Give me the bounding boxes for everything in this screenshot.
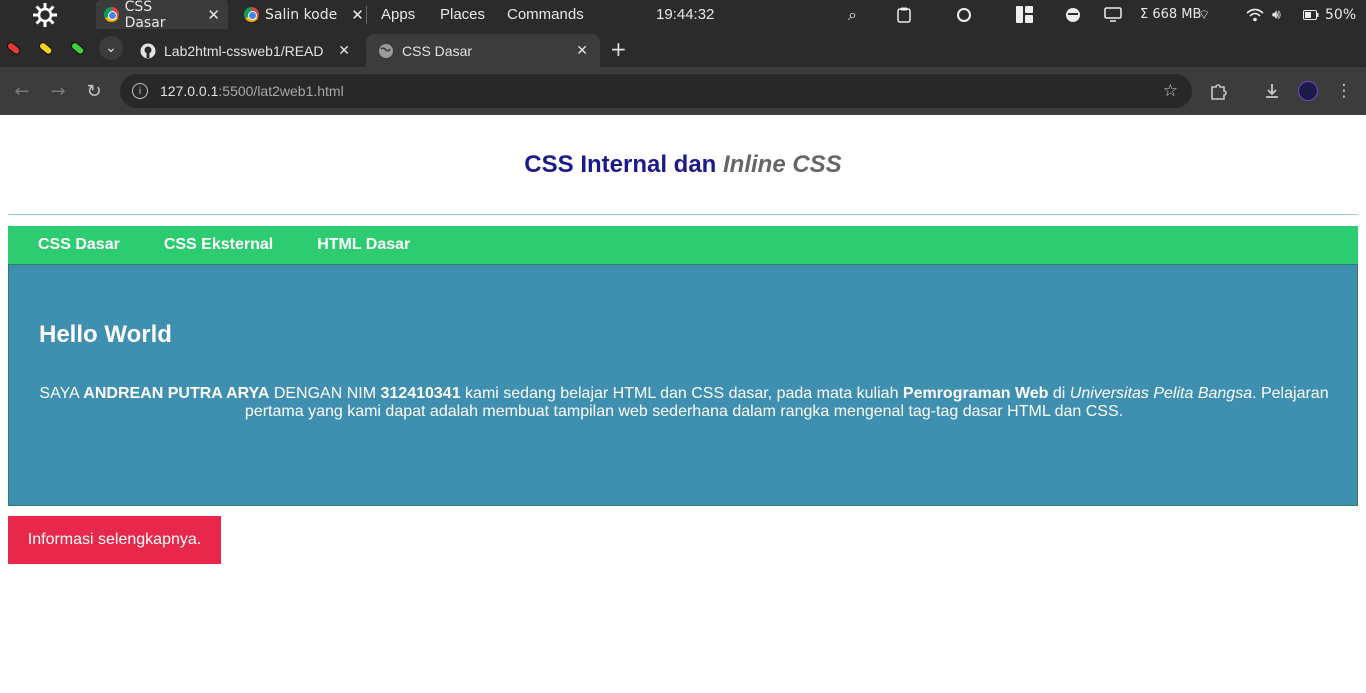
extension-pill-red-icon[interactable] [3, 37, 25, 59]
wifi-small-icon[interactable]: ⌔ [1198, 0, 1210, 29]
menu-commands[interactable]: Commands [507, 0, 584, 29]
more-info-button[interactable]: Informasi selengkapnya. [8, 516, 221, 564]
search-icon[interactable]: ⌕ [848, 0, 857, 29]
menu-kebab-icon[interactable]: ⋮ [1332, 79, 1356, 103]
wifi-icon[interactable] [1246, 0, 1264, 29]
new-tab-plus-icon[interactable]: + [610, 37, 627, 61]
divider [366, 6, 367, 24]
bookmark-star-icon[interactable]: ☆ [1163, 81, 1178, 101]
extension-pill-yellow-icon[interactable] [35, 37, 57, 59]
url-path: :5500/lat2web1.html [218, 83, 344, 99]
page-title: CSS Internal dan Inline CSS [524, 151, 842, 178]
chrome-icon [104, 7, 119, 22]
os-task-label: CSS Dasar [124, 0, 166, 31]
avatar[interactable] [1296, 79, 1320, 103]
tab-title: CSS Dasar [402, 42, 473, 59]
github-icon [140, 43, 156, 59]
os-logo-icon[interactable] [32, 0, 58, 29]
nav-link-css-dasar[interactable]: CSS Dasar [38, 236, 120, 254]
tab-css-dasar[interactable]: CSS Dasar ✕ [366, 34, 600, 67]
download-icon[interactable] [1260, 79, 1284, 103]
navbar: CSS Dasar CSS Eksternal HTML Dasar [8, 226, 1358, 264]
layout-icon[interactable] [1016, 0, 1033, 29]
url-host: 127.0.0.1 [160, 83, 219, 99]
back-arrow-icon[interactable]: ← [10, 79, 34, 103]
nav-link-css-eksternal[interactable]: CSS Eksternal [164, 236, 273, 254]
clipboard-icon[interactable] [897, 0, 911, 29]
close-icon[interactable]: ✕ [576, 42, 588, 59]
student-nim: 312410341 [380, 385, 461, 402]
page-title-emphasis: Inline CSS [723, 151, 842, 178]
site-info-icon[interactable]: i [132, 83, 148, 99]
hero-section: Hello World SAYA ANDREAN PUTRA ARYA DENG… [8, 264, 1358, 506]
close-icon[interactable]: ✕ [338, 42, 350, 59]
course-name: Pemrograman Web [902, 385, 1049, 402]
close-icon[interactable]: ✕ [207, 6, 220, 24]
extensions-puzzle-icon[interactable] [1206, 79, 1230, 103]
web-page: CSS Internal dan Inline CSS CSS Dasar CS… [0, 115, 1366, 693]
globe-icon [378, 43, 394, 59]
os-task-salin-kode[interactable]: Salin kode ✕ [244, 0, 364, 29]
os-task-label: Salin kode [265, 6, 338, 23]
divider [8, 214, 1358, 215]
student-name: ANDREAN PUTRA ARYA [83, 385, 270, 402]
menu-places[interactable]: Places [440, 0, 485, 29]
extension-pill-green-icon[interactable] [67, 37, 89, 59]
volume-icon[interactable]: 🔊︎ [1272, 0, 1281, 29]
address-bar[interactable]: i 127.0.0.1:5500/lat2web1.html ☆ [120, 74, 1192, 108]
chrome-icon [244, 7, 259, 22]
os-top-panel: CSS Dasar ✕ Salin kode ✕ Apps Places Com… [0, 0, 1366, 31]
browser-toolbar: ← → ↻ i 127.0.0.1:5500/lat2web1.html ☆ ⋮ [0, 67, 1366, 115]
close-icon[interactable]: ✕ [351, 6, 364, 24]
clock[interactable]: 19:44:32 [656, 0, 714, 29]
tab-title: Lab2html-cssweb1/READ [164, 42, 324, 59]
emoji-icon[interactable] [1065, 0, 1081, 29]
notification-icon[interactable] [956, 0, 972, 29]
hero-heading: Hello World [39, 321, 172, 348]
os-task-css-dasar[interactable]: CSS Dasar ✕ [96, 0, 228, 31]
display-icon[interactable] [1104, 0, 1122, 29]
forward-arrow-icon[interactable]: → [46, 79, 70, 103]
hero-paragraph: SAYA ANDREAN PUTRA ARYA DENGAN NIM 31241… [39, 385, 1329, 420]
tab-search-chevron-icon[interactable]: ⌄ [99, 36, 123, 60]
reload-icon[interactable]: ↻ [82, 79, 106, 103]
browser-tab-strip: ⌄ Lab2html-cssweb1/READ ✕ CSS Dasar ✕ + [0, 29, 1366, 67]
university-name: Universitas Pelita Bangsa [1069, 385, 1253, 402]
battery-percent: 50% [1325, 6, 1357, 23]
nav-link-html-dasar[interactable]: HTML Dasar [317, 236, 410, 254]
battery-icon[interactable] [1303, 0, 1319, 29]
menu-apps[interactable]: Apps [381, 0, 415, 29]
memory-usage[interactable]: Σ 668 MB [1140, 0, 1201, 29]
tab-github-readme[interactable]: Lab2html-cssweb1/READ ✕ [128, 34, 362, 67]
